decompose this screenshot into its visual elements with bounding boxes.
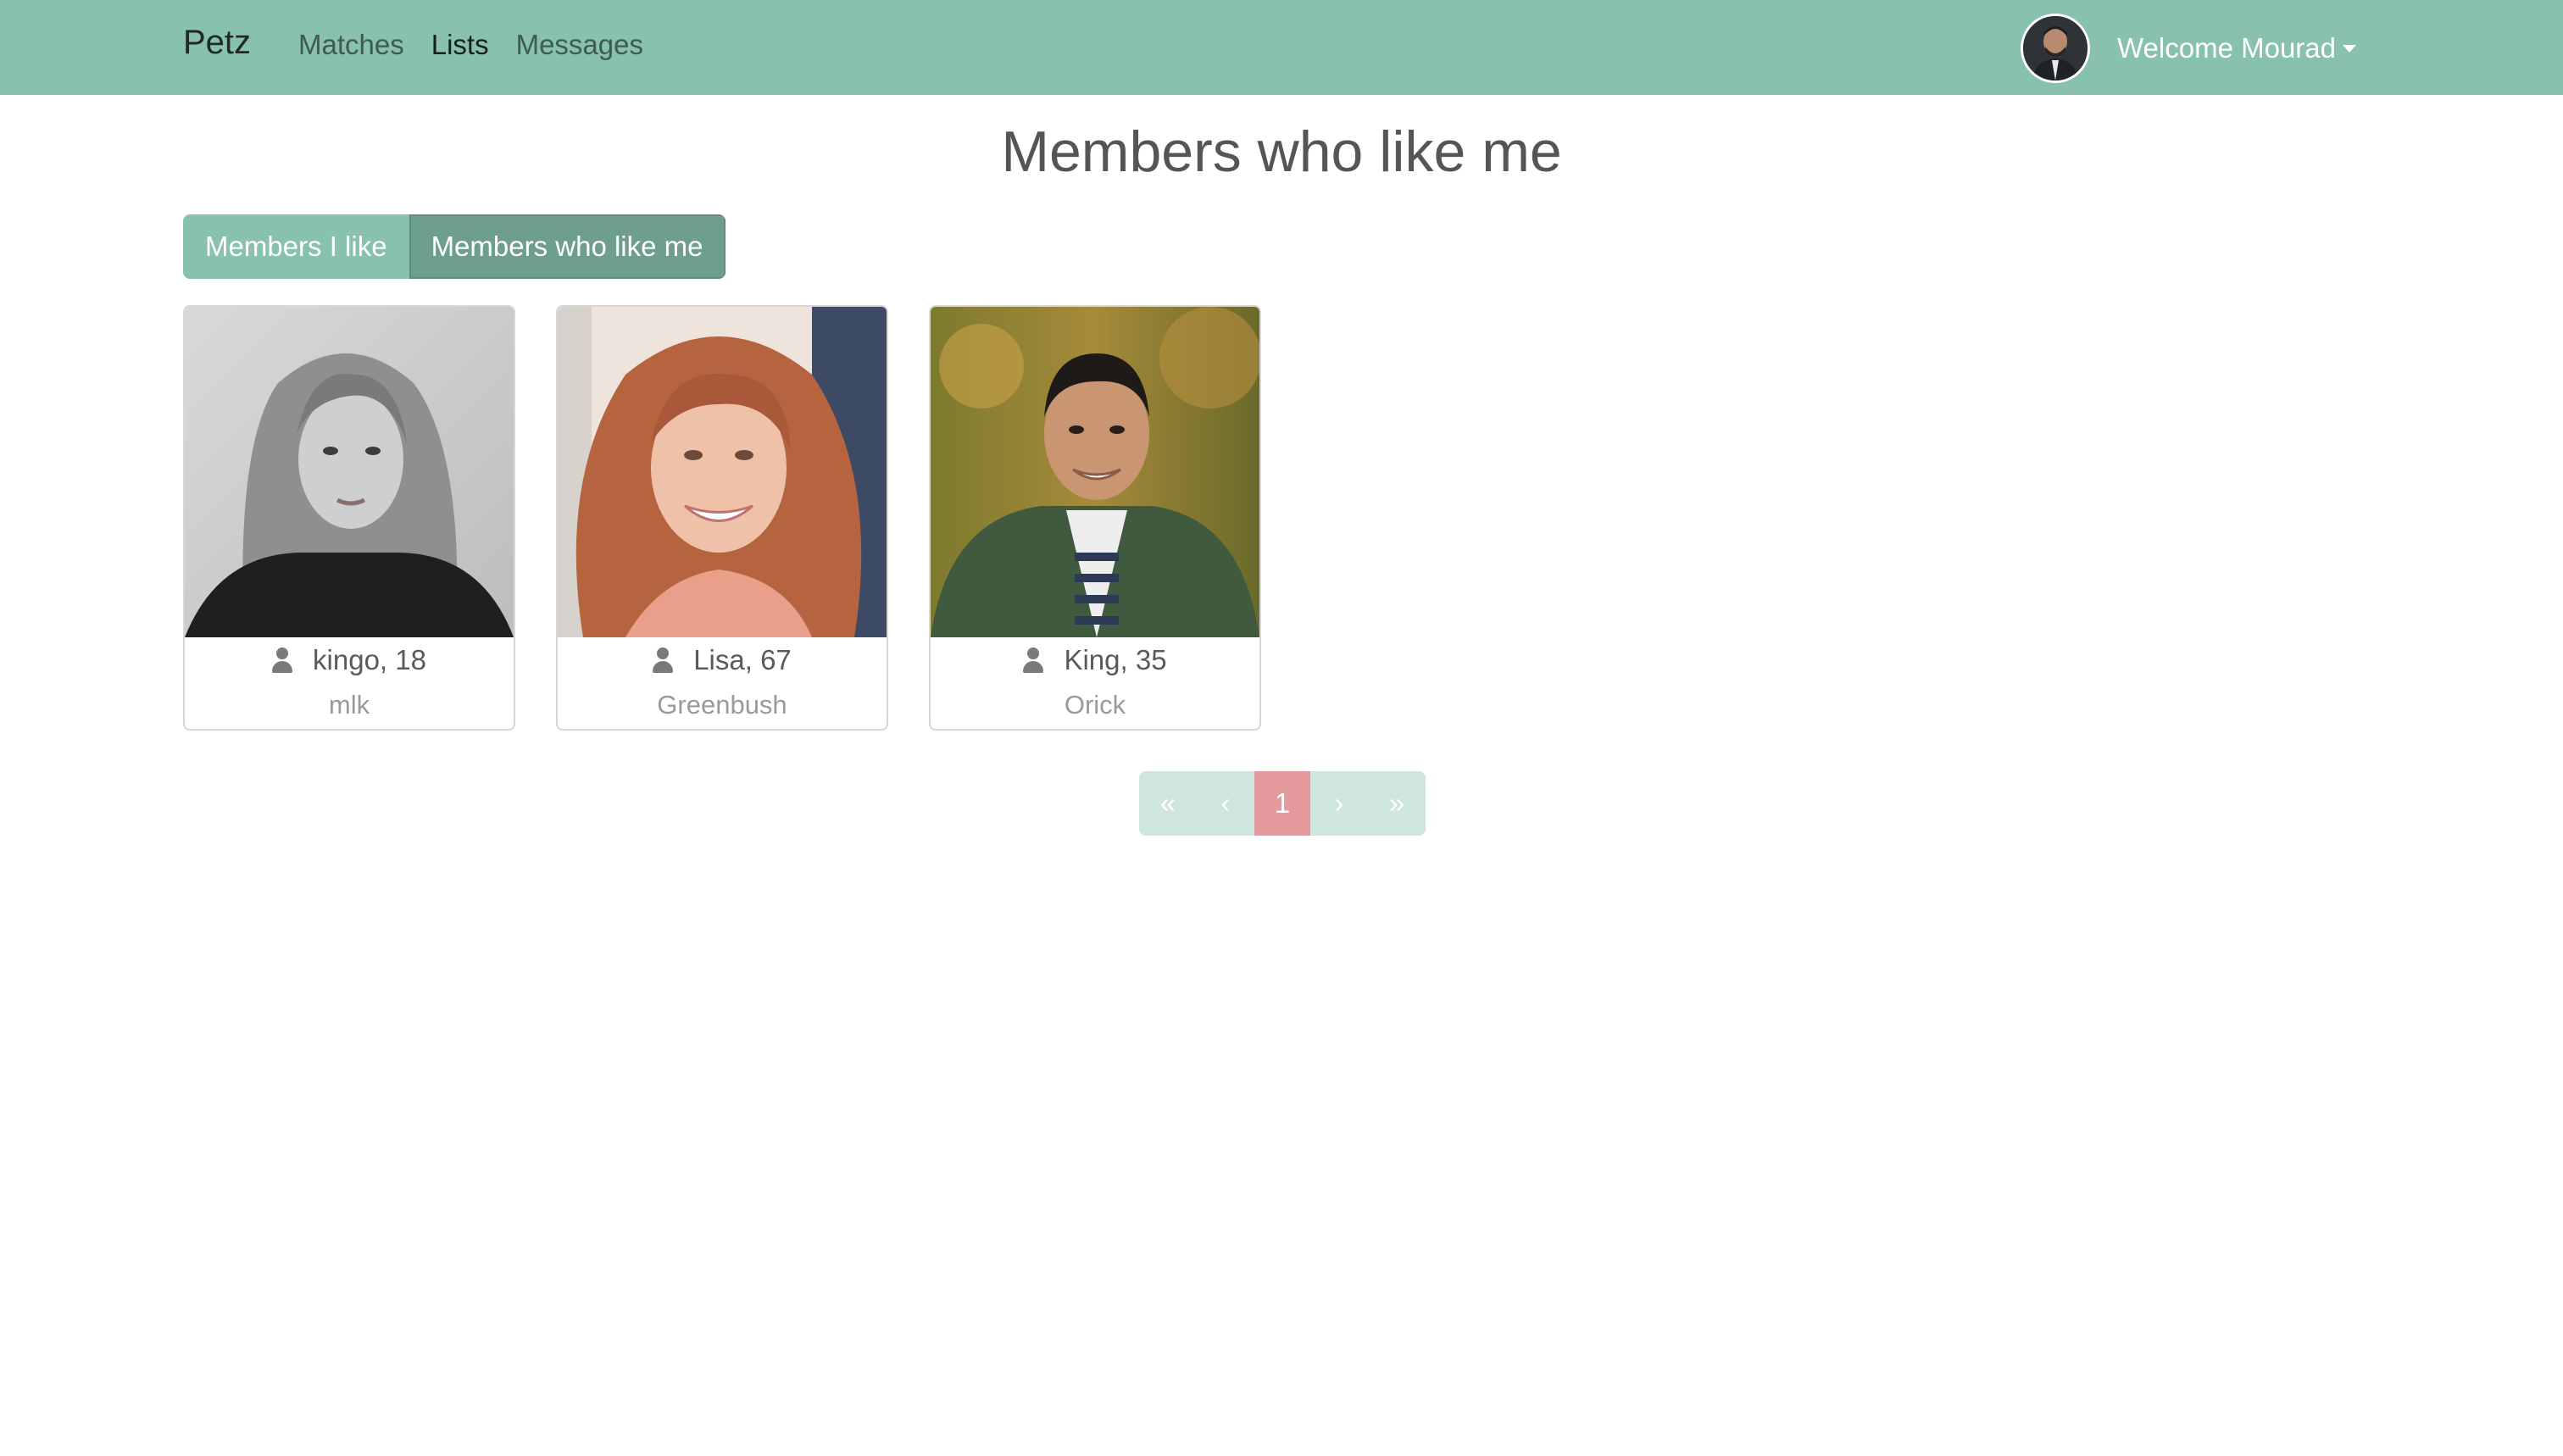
member-card[interactable]: King, 35 Orick bbox=[929, 305, 1261, 731]
welcome-label: Welcome Mourad bbox=[2117, 32, 2336, 64]
member-name-age: King, 35 bbox=[1064, 644, 1167, 675]
nav-link-messages[interactable]: Messages bbox=[516, 29, 643, 61]
nav-link-matches[interactable]: Matches bbox=[298, 29, 404, 61]
list-filter-toggle: Members I like Members who like me bbox=[183, 214, 726, 279]
user-menu: Welcome Mourad bbox=[2021, 14, 2356, 83]
member-photo bbox=[931, 307, 1259, 637]
member-photo bbox=[185, 307, 514, 637]
member-name-row: kingo, 18 bbox=[185, 644, 514, 676]
member-name-row: Lisa, 67 bbox=[558, 644, 887, 676]
member-name-row: King, 35 bbox=[931, 644, 1259, 676]
pagination: « ‹ 1 › » bbox=[1139, 771, 1426, 836]
member-photo bbox=[558, 307, 887, 637]
pagination-prev-button[interactable]: ‹ bbox=[1197, 771, 1254, 836]
caret-down-icon bbox=[2343, 44, 2356, 53]
user-icon bbox=[653, 647, 674, 673]
pagination-first-button[interactable]: « bbox=[1139, 771, 1197, 836]
pagination-next-button[interactable]: › bbox=[1310, 771, 1368, 836]
avatar[interactable] bbox=[2021, 14, 2090, 83]
nav-links: Matches Lists Messages bbox=[298, 29, 670, 61]
member-city: Orick bbox=[1064, 690, 1126, 720]
welcome-dropdown-toggle[interactable]: Welcome Mourad bbox=[2117, 32, 2356, 64]
page-title: Members who like me bbox=[1001, 119, 1562, 184]
nav-link-lists[interactable]: Lists bbox=[431, 29, 489, 61]
member-city: Greenbush bbox=[657, 690, 787, 720]
top-navbar: Petz Matches Lists Messages Welcome Mour… bbox=[0, 0, 2563, 95]
user-icon bbox=[1023, 647, 1044, 673]
member-city: mlk bbox=[328, 690, 370, 720]
brand-logo-link[interactable]: Petz bbox=[183, 24, 251, 62]
member-name-age: kingo, 18 bbox=[313, 644, 426, 675]
member-card[interactable]: Lisa, 67 Greenbush bbox=[556, 305, 888, 731]
member-name-age: Lisa, 67 bbox=[693, 644, 792, 675]
member-card[interactable]: kingo, 18 mlk bbox=[183, 305, 515, 731]
user-icon bbox=[272, 647, 293, 673]
pagination-page-1[interactable]: 1 bbox=[1254, 771, 1310, 836]
members-i-like-button[interactable]: Members I like bbox=[183, 214, 409, 279]
pagination-last-button[interactable]: » bbox=[1368, 771, 1426, 836]
members-who-like-me-button[interactable]: Members who like me bbox=[409, 214, 726, 279]
